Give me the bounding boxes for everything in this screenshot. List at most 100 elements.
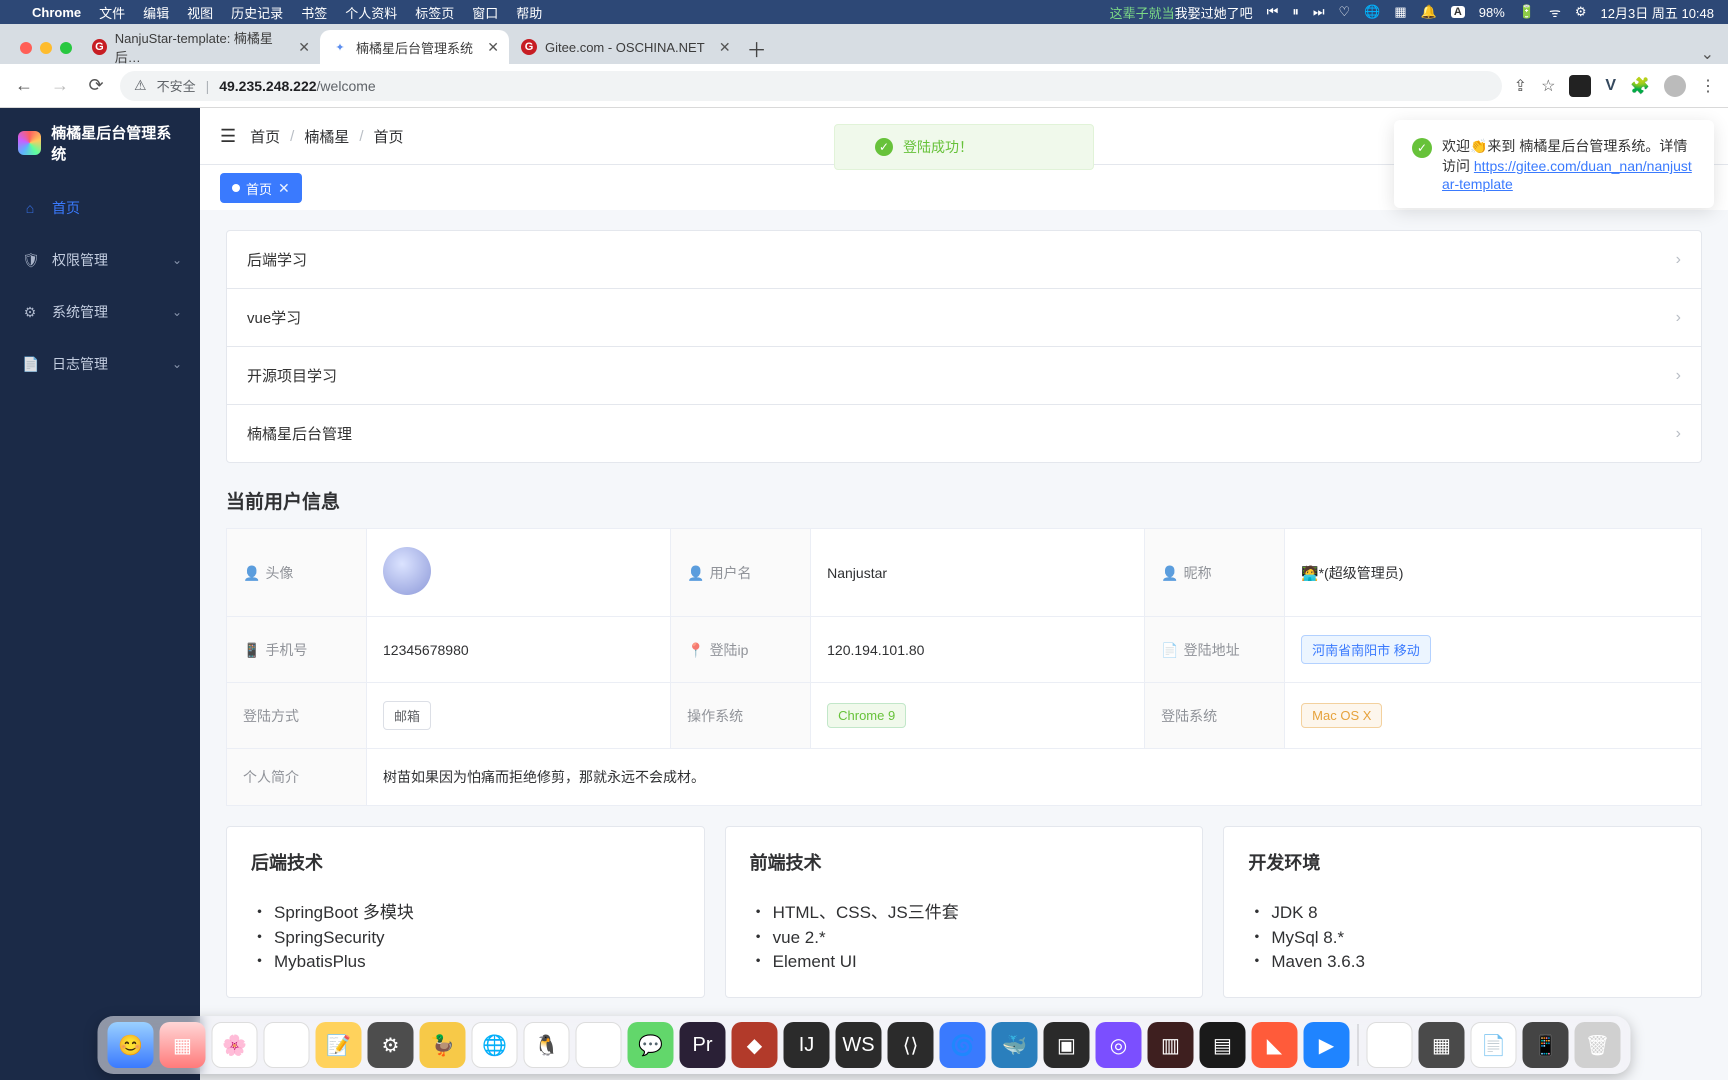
dock-webstorm-icon[interactable]: WS bbox=[836, 1022, 882, 1068]
wifi-icon[interactable]: ᯤ bbox=[1549, 3, 1561, 21]
dock-calendar-icon[interactable]: 3 bbox=[264, 1022, 310, 1068]
dock-typora-icon[interactable]: T bbox=[576, 1022, 622, 1068]
list-item: SpringBoot 多模块 bbox=[251, 901, 680, 926]
browser-tab[interactable]: G NanjuStar-template: 楠橘星后… ✕ bbox=[80, 30, 320, 64]
heart-icon[interactable]: ♡ bbox=[1339, 4, 1351, 20]
check-icon: ✓ bbox=[1412, 138, 1432, 158]
menu-history[interactable]: 历史记录 bbox=[231, 3, 283, 22]
nav-forward-button[interactable]: → bbox=[48, 75, 72, 96]
cell-label: 登陆系统 bbox=[1161, 708, 1217, 724]
menu-view[interactable]: 视图 bbox=[187, 3, 213, 22]
dock-premiere-icon[interactable]: Pr bbox=[680, 1022, 726, 1068]
battery-icon[interactable]: 🔋 bbox=[1519, 4, 1535, 20]
tab-close-icon[interactable]: ✕ bbox=[719, 39, 731, 56]
menu-bookmarks[interactable]: 书签 bbox=[301, 3, 327, 22]
prev-track-icon[interactable]: ⏮ bbox=[1267, 4, 1279, 20]
menubar-app-name[interactable]: Chrome bbox=[32, 5, 81, 20]
browser-tab-active[interactable]: ✦ 楠橘星后台管理系统 ✕ bbox=[320, 30, 509, 64]
tab-close-icon[interactable]: ✕ bbox=[298, 39, 310, 56]
dock-intellij-icon[interactable]: IJ bbox=[784, 1022, 830, 1068]
omnibox[interactable]: ⚠ 不安全 | 49.235.248.222/welcome bbox=[120, 71, 1502, 101]
menu-profile[interactable]: 个人资料 bbox=[345, 3, 397, 22]
breadcrumb-sep: / bbox=[290, 128, 294, 145]
dock-app-icon[interactable]: ◎ bbox=[1096, 1022, 1142, 1068]
new-tab-button[interactable]: ＋ bbox=[741, 32, 773, 64]
dock-app-icon[interactable]: 🌀 bbox=[940, 1022, 986, 1068]
dock-app-icon[interactable]: ◆ bbox=[732, 1022, 778, 1068]
screenshot-icon[interactable]: ▦ bbox=[1394, 4, 1406, 20]
avatar[interactable] bbox=[383, 547, 431, 595]
sidebar-item-permission[interactable]: 🛡 权限管理 ⌄ bbox=[0, 234, 200, 286]
extensions-puzzle-icon[interactable]: 🧩 bbox=[1630, 76, 1650, 96]
dock-wechat-icon[interactable]: 💬 bbox=[628, 1022, 674, 1068]
menu-file[interactable]: 文件 bbox=[99, 3, 125, 22]
dock-notes-icon[interactable]: 📝 bbox=[316, 1022, 362, 1068]
dock-app-icon[interactable]: ▥ bbox=[1148, 1022, 1194, 1068]
dock-finder-icon[interactable]: 😊 bbox=[108, 1022, 154, 1068]
brand[interactable]: 楠橘星后台管理系统 bbox=[0, 122, 200, 182]
dock-app-icon[interactable]: 📱 bbox=[1523, 1022, 1569, 1068]
chrome-menu-icon[interactable]: ⋮ bbox=[1700, 76, 1716, 96]
tab-close-icon[interactable]: ✕ bbox=[487, 39, 499, 56]
favicon-gitee-icon: G bbox=[521, 39, 537, 55]
window-zoom-button[interactable] bbox=[60, 42, 72, 54]
breadcrumb-item[interactable]: 首页 bbox=[250, 126, 280, 147]
pause-icon[interactable]: ⏸ bbox=[1292, 4, 1299, 20]
sidebar-item-system[interactable]: ⚙ 系统管理 ⌄ bbox=[0, 286, 200, 338]
menu-edit[interactable]: 编辑 bbox=[143, 3, 169, 22]
nav-reload-button[interactable]: ⟳ bbox=[84, 75, 108, 96]
nav-back-button[interactable]: ← bbox=[12, 75, 36, 96]
dock-iterm-icon[interactable]: ▤ bbox=[1200, 1022, 1246, 1068]
page-tag[interactable]: 首页 ✕ bbox=[220, 173, 302, 203]
vue-devtools-icon[interactable]: V bbox=[1605, 77, 1616, 95]
breadcrumb-item[interactable]: 楠橘星 bbox=[304, 126, 349, 147]
dock-app-icon[interactable]: 🦆 bbox=[420, 1022, 466, 1068]
dock-vscode-icon[interactable]: ⟨⟩ bbox=[888, 1022, 934, 1068]
accordion-item[interactable]: 后端学习 › bbox=[227, 231, 1701, 289]
sidebar-item-logs[interactable]: 📄 日志管理 ⌄ bbox=[0, 338, 200, 390]
notify-link[interactable]: https://gitee.com/duan_nan/nanjustar-tem… bbox=[1442, 158, 1692, 192]
notification-icon[interactable]: 🔔 bbox=[1421, 4, 1437, 20]
input-method-icon[interactable]: A bbox=[1451, 6, 1465, 18]
globe-icon[interactable]: 🌐 bbox=[1364, 4, 1380, 20]
dock-photos-icon[interactable]: 🌸 bbox=[212, 1022, 258, 1068]
chrome-profile-avatar[interactable] bbox=[1664, 75, 1686, 97]
tab-overflow-button[interactable]: ⌄ bbox=[1687, 44, 1728, 64]
window-minimize-button[interactable] bbox=[40, 42, 52, 54]
extension-icon[interactable] bbox=[1569, 75, 1591, 97]
dock-terminal-icon[interactable]: ▣ bbox=[1044, 1022, 1090, 1068]
collapse-sidebar-button[interactable]: ☰ bbox=[220, 126, 236, 147]
person-icon: 👤 bbox=[243, 565, 260, 581]
tag-close-icon[interactable]: ✕ bbox=[278, 180, 290, 197]
dock-app-icon[interactable]: ◣ bbox=[1252, 1022, 1298, 1068]
control-center-icon[interactable]: ⚙ bbox=[1575, 4, 1587, 20]
dock-chrome-icon[interactable]: 🌐 bbox=[472, 1022, 518, 1068]
accordion-item[interactable]: 楠橘星后台管理 › bbox=[227, 405, 1701, 462]
next-track-icon[interactable]: ⏭ bbox=[1313, 4, 1325, 20]
breadcrumb-item[interactable]: 首页 bbox=[374, 126, 404, 147]
browser-tab[interactable]: G Gitee.com - OSCHINA.NET ✕ bbox=[509, 30, 741, 64]
dock-app-icon[interactable]: ▦ bbox=[1419, 1022, 1465, 1068]
dock-app-icon[interactable]: 📄 bbox=[1471, 1022, 1517, 1068]
menu-tabs[interactable]: 标签页 bbox=[415, 3, 454, 22]
favicon-app-icon: ✦ bbox=[332, 39, 348, 55]
menu-help[interactable]: 帮助 bbox=[516, 3, 542, 22]
dock-docker-icon[interactable]: 🐳 bbox=[992, 1022, 1038, 1068]
main-scroll[interactable]: 后端学习 › vue学习 › 开源项目学习 › 楠橘星后台管理 › bbox=[200, 210, 1728, 1080]
accordion-item[interactable]: 开源项目学习 › bbox=[227, 347, 1701, 405]
dock-qq-icon[interactable]: 🐧 bbox=[524, 1022, 570, 1068]
welcome-notification[interactable]: ✓ 欢迎👏来到 楠橘星后台管理系统。详情访问 https://gitee.com… bbox=[1394, 120, 1714, 208]
accordion-item[interactable]: vue学习 › bbox=[227, 289, 1701, 347]
dock-wps-icon[interactable]: W bbox=[1367, 1022, 1413, 1068]
share-icon[interactable]: ⇪ bbox=[1514, 76, 1527, 96]
sidebar-item-home[interactable]: ⌂ 首页 bbox=[0, 182, 200, 234]
menubar-clock[interactable]: 12月3日 周五 10:48 bbox=[1601, 3, 1714, 22]
dock-launchpad-icon[interactable]: ▦ bbox=[160, 1022, 206, 1068]
dock-app-icon[interactable]: ▶ bbox=[1304, 1022, 1350, 1068]
dock-trash-icon[interactable]: 🗑 bbox=[1575, 1022, 1621, 1068]
window-close-button[interactable] bbox=[20, 42, 32, 54]
bookmark-star-icon[interactable]: ☆ bbox=[1541, 76, 1555, 96]
dock-settings-icon[interactable]: ⚙ bbox=[368, 1022, 414, 1068]
battery-percent[interactable]: 98% bbox=[1479, 5, 1505, 20]
menu-window[interactable]: 窗口 bbox=[472, 3, 498, 22]
